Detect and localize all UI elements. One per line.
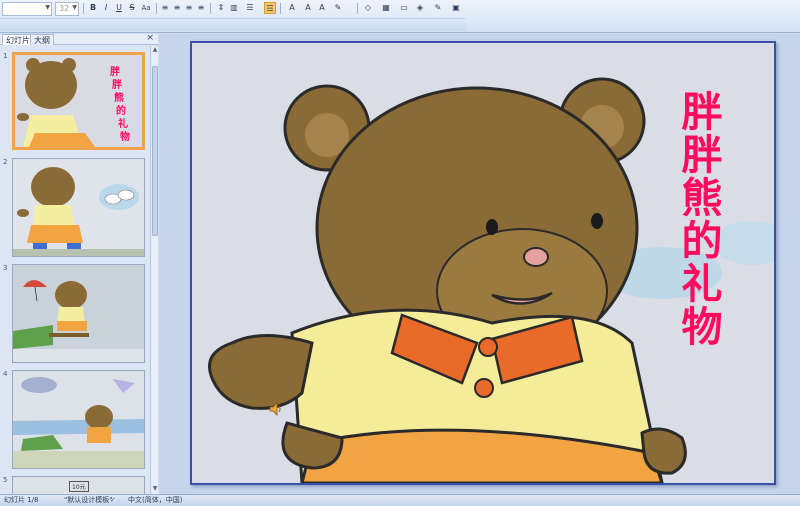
scroll-thumb[interactable] bbox=[152, 66, 158, 236]
font-name-box[interactable]: ▼ bbox=[2, 2, 52, 16]
price-tag: 10元 bbox=[69, 481, 89, 492]
text-direction-icon[interactable]: ⇕ bbox=[215, 2, 227, 14]
slide-number: 3 bbox=[3, 264, 8, 272]
svg-text:胖: 胖 bbox=[111, 78, 122, 91]
title-char: 的 bbox=[681, 217, 723, 265]
slide-thumbnail-5[interactable]: 10元 bbox=[12, 476, 145, 494]
slide-number: 1 bbox=[3, 52, 8, 60]
align-left-icon[interactable]: ≡ bbox=[159, 2, 171, 14]
highlight-icon[interactable]: ☰ bbox=[264, 2, 276, 14]
title-char: 物 bbox=[681, 303, 723, 351]
tab-outline[interactable]: 大纲 bbox=[30, 34, 54, 45]
separator bbox=[83, 3, 84, 14]
title-char: 礼 bbox=[681, 260, 723, 308]
slide-counter: 幻灯片 1/8 bbox=[4, 496, 39, 504]
bear-umbrella-thumbnail-image bbox=[13, 265, 144, 362]
speaker-icon[interactable] bbox=[269, 402, 283, 416]
svg-text:熊: 熊 bbox=[114, 91, 124, 104]
scroll-up-icon[interactable]: ▲ bbox=[151, 46, 159, 55]
slide-thumbnail-2[interactable] bbox=[12, 158, 145, 257]
separator bbox=[156, 3, 157, 14]
title-char: 胖 bbox=[681, 88, 723, 136]
ribbon-lower-strip bbox=[0, 18, 466, 31]
italic-button[interactable]: I bbox=[100, 2, 112, 14]
bold-button[interactable]: B bbox=[87, 2, 99, 14]
slide-thumbnail-1[interactable]: 胖 胖 熊 的 礼 物 bbox=[12, 52, 145, 150]
title-char: 熊 bbox=[681, 174, 723, 222]
shape-effects-icon[interactable]: ▣ bbox=[450, 2, 462, 14]
slides-panel: 幻灯片 大纲 × 1 胖 胖 熊 的 礼 物 2 3 4 5 10元 ▲ ▼ bbox=[0, 33, 158, 494]
spellcheck-icon[interactable]: ✓ bbox=[110, 495, 116, 506]
font-size-value: 32 bbox=[59, 4, 70, 13]
slide-title[interactable]: 胖 胖 熊 的 礼 物 bbox=[662, 91, 742, 349]
thumbnail-list[interactable]: 1 胖 胖 熊 的 礼 物 2 3 4 5 10元 bbox=[0, 46, 150, 494]
slide-canvas[interactable]: 胖 胖 熊 的 礼 物 bbox=[190, 41, 776, 485]
align-center-icon[interactable]: ≡ bbox=[171, 2, 183, 14]
quick-style-icon[interactable]: ▭ bbox=[398, 2, 410, 14]
separator bbox=[357, 3, 358, 14]
template-name[interactable]: "默认设计模板" bbox=[64, 495, 112, 506]
slide-number: 2 bbox=[3, 158, 8, 166]
bear-kite-thumbnail-image bbox=[13, 371, 144, 468]
status-bar: 幻灯片 1/8 "默认设计模板" ✓ 中文(简体，中国) bbox=[0, 494, 800, 506]
close-icon[interactable]: × bbox=[146, 33, 154, 43]
slide-number: 4 bbox=[3, 370, 8, 378]
char-spacing-button[interactable]: Aa bbox=[139, 2, 153, 14]
columns-icon[interactable]: ▥ bbox=[228, 2, 240, 14]
bear-shoes-thumbnail-image bbox=[13, 159, 144, 256]
title-char: 胖 bbox=[681, 131, 723, 179]
clear-format-icon[interactable]: ✎ bbox=[332, 2, 344, 14]
arrange-icon[interactable]: ▦ bbox=[380, 2, 392, 14]
bullets-icon[interactable]: ☰ bbox=[244, 2, 256, 14]
shrink-font-icon[interactable]: A bbox=[316, 2, 328, 14]
scroll-down-icon[interactable]: ▼ bbox=[151, 485, 159, 494]
shapes-icon[interactable]: ◇ bbox=[362, 2, 374, 14]
shape-outline-icon[interactable]: ✎ bbox=[432, 2, 444, 14]
ribbon-toolbar: ▼ 32 ▼ B I U S Aa ≡ ≡ ≡ ≡ ⇕ ▥ ☰ ☰ A A A … bbox=[0, 0, 800, 33]
shape-fill-icon[interactable]: ◈ bbox=[414, 2, 426, 14]
slide-number: 5 bbox=[3, 476, 8, 484]
chevron-down-icon[interactable]: ▼ bbox=[45, 4, 50, 11]
panel-tabs: 幻灯片 大纲 × bbox=[0, 33, 158, 45]
svg-text:的: 的 bbox=[116, 104, 126, 117]
align-right-icon[interactable]: ≡ bbox=[183, 2, 195, 14]
language-indicator[interactable]: 中文(简体，中国) bbox=[128, 495, 182, 506]
font-color-icon[interactable]: A bbox=[286, 2, 298, 14]
grow-font-icon[interactable]: A bbox=[302, 2, 314, 14]
svg-text:物: 物 bbox=[120, 130, 130, 143]
slide-thumbnail-4[interactable] bbox=[12, 370, 145, 469]
font-size-box[interactable]: 32 ▼ bbox=[55, 2, 79, 16]
bear-thumbnail-image: 胖 胖 熊 的 礼 物 bbox=[15, 55, 142, 147]
svg-text:礼: 礼 bbox=[118, 117, 128, 130]
svg-text:胖: 胖 bbox=[109, 65, 120, 78]
thumbnail-scrollbar[interactable]: ▲ ▼ bbox=[150, 46, 158, 494]
chevron-down-icon[interactable]: ▼ bbox=[72, 4, 77, 11]
slide-editor: 胖 胖 熊 的 礼 物 bbox=[159, 34, 800, 494]
underline-button[interactable]: U bbox=[113, 2, 125, 14]
justify-icon[interactable]: ≡ bbox=[195, 2, 207, 14]
separator bbox=[280, 3, 281, 14]
slide-thumbnail-3[interactable] bbox=[12, 264, 145, 363]
separator bbox=[210, 3, 211, 14]
strikethrough-button[interactable]: S bbox=[126, 2, 138, 14]
